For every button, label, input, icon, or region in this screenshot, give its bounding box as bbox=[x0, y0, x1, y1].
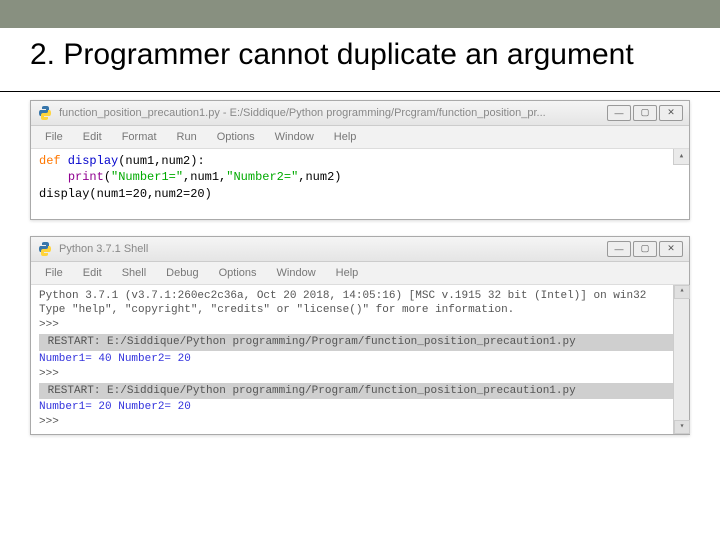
shell-body[interactable]: ▴ ▾ Python 3.7.1 (v3.7.1:260ec2c36a, Oct… bbox=[31, 285, 689, 435]
menu-window[interactable]: Window bbox=[267, 264, 326, 282]
code-line-2: print("Number1=",num1,"Number2=",num2) bbox=[39, 169, 681, 186]
scroll-down-icon[interactable]: ▾ bbox=[674, 420, 690, 434]
menu-help[interactable]: Help bbox=[324, 128, 367, 146]
close-button[interactable]: ✕ bbox=[659, 241, 683, 257]
menu-file[interactable]: File bbox=[35, 264, 73, 282]
slide-title-area: 2. Programmer cannot duplicate an argume… bbox=[0, 28, 720, 92]
shell-prompt: >>> bbox=[39, 415, 681, 430]
shell-prompt: >>> bbox=[39, 367, 681, 382]
maximize-button[interactable]: ▢ bbox=[633, 105, 657, 121]
shell-output-1: Number1= 40 Number2= 20 bbox=[39, 352, 681, 367]
minimize-button[interactable]: — bbox=[607, 105, 631, 121]
menu-debug[interactable]: Debug bbox=[156, 264, 208, 282]
shell-output-2: Number1= 20 Number2= 20 bbox=[39, 400, 681, 415]
scrollbar[interactable]: ▴ ▾ bbox=[673, 285, 689, 435]
shell-titlebar[interactable]: Python 3.7.1 Shell — ▢ ✕ bbox=[31, 237, 689, 262]
editor-menubar: File Edit Format Run Options Window Help bbox=[31, 126, 689, 149]
menu-shell[interactable]: Shell bbox=[112, 264, 156, 282]
menu-options[interactable]: Options bbox=[207, 128, 265, 146]
shell-menubar: File Edit Shell Debug Options Window Hel… bbox=[31, 262, 689, 285]
menu-edit[interactable]: Edit bbox=[73, 128, 112, 146]
shell-banner-2: Type "help", "copyright", "credits" or "… bbox=[39, 303, 681, 318]
python-icon bbox=[37, 105, 53, 121]
menu-run[interactable]: Run bbox=[167, 128, 207, 146]
shell-window: Python 3.7.1 Shell — ▢ ✕ File Edit Shell… bbox=[30, 236, 690, 436]
shell-restart-2: RESTART: E:/Siddique/Python programming/… bbox=[39, 383, 681, 400]
editor-titlebar[interactable]: function_position_precaution1.py - E:/Si… bbox=[31, 101, 689, 126]
window-controls: — ▢ ✕ bbox=[607, 105, 683, 121]
shell-title-text: Python 3.7.1 Shell bbox=[59, 243, 607, 255]
python-icon bbox=[37, 241, 53, 257]
slide-title-text: 2. Programmer cannot duplicate an argume… bbox=[30, 38, 690, 73]
menu-format[interactable]: Format bbox=[112, 128, 167, 146]
minimize-button[interactable]: — bbox=[607, 241, 631, 257]
code-line-1: def display(num1,num2): bbox=[39, 153, 681, 170]
shell-banner-1: Python 3.7.1 (v3.7.1:260ec2c36a, Oct 20 … bbox=[39, 289, 681, 304]
slide-top-bar bbox=[0, 0, 720, 28]
editor-title-text: function_position_precaution1.py - E:/Si… bbox=[59, 107, 607, 119]
menu-file[interactable]: File bbox=[35, 128, 73, 146]
shell-prompt: >>> bbox=[39, 318, 681, 333]
menu-window[interactable]: Window bbox=[265, 128, 324, 146]
scroll-up-icon[interactable]: ▴ bbox=[673, 149, 689, 165]
close-button[interactable]: ✕ bbox=[659, 105, 683, 121]
editor-body[interactable]: ▴ def display(num1,num2): print("Number1… bbox=[31, 149, 689, 219]
menu-options[interactable]: Options bbox=[209, 264, 267, 282]
shell-restart-1: RESTART: E:/Siddique/Python programming/… bbox=[39, 334, 681, 351]
scroll-up-icon[interactable]: ▴ bbox=[674, 285, 690, 299]
code-line-3: display(num1=20,num2=20) bbox=[39, 186, 681, 203]
windows-area: function_position_precaution1.py - E:/Si… bbox=[0, 92, 720, 436]
menu-help[interactable]: Help bbox=[326, 264, 369, 282]
menu-edit[interactable]: Edit bbox=[73, 264, 112, 282]
maximize-button[interactable]: ▢ bbox=[633, 241, 657, 257]
window-controls: — ▢ ✕ bbox=[607, 241, 683, 257]
editor-window: function_position_precaution1.py - E:/Si… bbox=[30, 100, 690, 220]
